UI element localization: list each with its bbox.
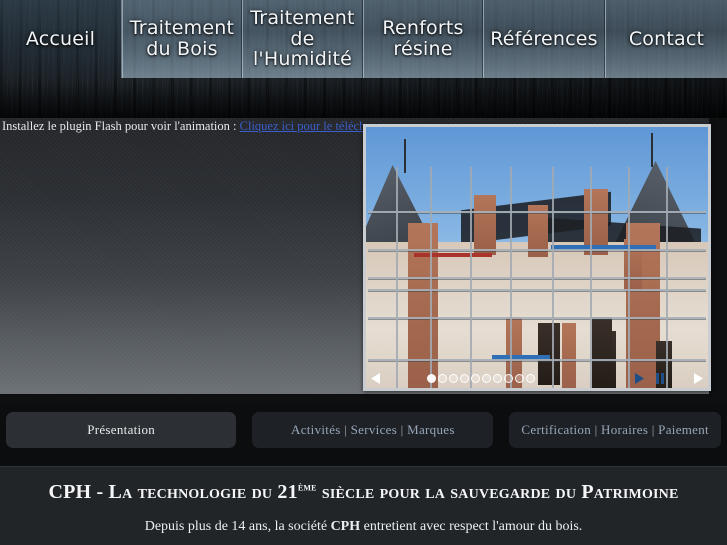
nav-label-traitement-bois-line1: Traitement bbox=[129, 17, 235, 40]
flash-message-text: Installez le plugin Flash pour voir l'an… bbox=[2, 119, 240, 133]
nav-item-contact[interactable]: Contact bbox=[605, 0, 727, 78]
photo-scaffold-v-7 bbox=[628, 167, 630, 388]
photo-scaffold-v-1 bbox=[396, 167, 398, 388]
tab-activites-label: Activités | Services | Marques bbox=[291, 422, 455, 437]
tab-presentation-label: Présentation bbox=[87, 422, 156, 437]
photo-scaffold-v-8 bbox=[666, 167, 668, 388]
nav-label-traitement-humidite-line2: de l'Humidité bbox=[252, 27, 353, 71]
next-arrow-icon[interactable] bbox=[691, 372, 705, 384]
photo-scaffold-h-3 bbox=[368, 277, 706, 279]
slideshow-dot[interactable] bbox=[504, 373, 513, 383]
pause-icon[interactable] bbox=[652, 372, 667, 384]
intro-section: CPH - La technologie du 21ème siècle pou… bbox=[0, 466, 727, 545]
photo-scaffold-h-1 bbox=[368, 211, 706, 213]
tab-certification-horaires-paiement[interactable]: Certification | Horaires | Paiement bbox=[509, 412, 721, 448]
nav-label-references: Références bbox=[490, 27, 598, 50]
photo-scaffold-v-5 bbox=[552, 167, 554, 388]
intro-before: Depuis plus de 14 ans, la société bbox=[144, 519, 331, 534]
slideshow-dot[interactable] bbox=[427, 373, 436, 383]
nav-label-renforts-resine-line1: Renforts bbox=[382, 17, 464, 40]
photo-scaffold-v-4 bbox=[510, 167, 512, 388]
photo-scaffold-h-6 bbox=[368, 359, 706, 361]
slideshow-dot[interactable] bbox=[526, 373, 535, 383]
slideshow-controls bbox=[366, 371, 708, 385]
content-band: Installez le plugin Flash pour voir l'an… bbox=[0, 118, 727, 405]
headline-part3: siècle pour la sauvegarde du Patrimoine bbox=[316, 481, 679, 503]
intro-paragraph: Depuis plus de 14 ans, la société CPH en… bbox=[0, 519, 727, 535]
photo-spire-right bbox=[651, 133, 653, 167]
flash-missing-message: Installez le plugin Flash pour voir l'an… bbox=[2, 119, 422, 133]
photo-scaffold-h-4 bbox=[368, 289, 706, 291]
slideshow-dot[interactable] bbox=[515, 373, 524, 383]
tab-certification-label: Certification | Horaires | Paiement bbox=[521, 422, 709, 437]
slideshow-dot[interactable] bbox=[460, 373, 469, 383]
nav-label-accueil: Accueil bbox=[25, 27, 96, 50]
slideshow-dot[interactable] bbox=[482, 373, 491, 383]
photo-slideshow[interactable] bbox=[363, 124, 711, 391]
intro-brand: CPH bbox=[330, 519, 361, 534]
slideshow-dot[interactable] bbox=[493, 373, 502, 383]
nav-item-references[interactable]: Références bbox=[483, 0, 605, 78]
photo-scaffold-v-6 bbox=[590, 167, 592, 388]
prev-arrow-icon[interactable] bbox=[369, 372, 383, 384]
slideshow-photo bbox=[366, 127, 708, 388]
nav-label-renforts-resine-line2: résine bbox=[393, 38, 453, 60]
headline-superscript: ème bbox=[297, 481, 317, 494]
photo-scaffold-v-2 bbox=[430, 167, 432, 388]
intro-after: entretient avec respect l'amour du bois. bbox=[360, 519, 583, 534]
headline-number: 21 bbox=[277, 481, 298, 503]
slideshow-dots bbox=[427, 373, 535, 383]
nav-item-traitement-bois[interactable]: Traitement du Bois bbox=[122, 0, 242, 78]
nav-item-accueil[interactable]: Accueil bbox=[0, 0, 122, 78]
page-root: Accueil Traitement du Bois Traitement de… bbox=[0, 0, 727, 545]
slideshow-dot[interactable] bbox=[449, 373, 458, 383]
photo-spire-left bbox=[404, 139, 406, 173]
photo-scaffold-v-3 bbox=[470, 167, 472, 388]
headline-part2: La technologie du bbox=[108, 481, 278, 503]
page-title: CPH - La technologie du 21ème siècle pou… bbox=[0, 481, 727, 504]
photo-scaffold-h-2 bbox=[368, 249, 706, 251]
headline-brand: CPH - bbox=[48, 481, 109, 503]
play-icon[interactable] bbox=[631, 372, 646, 384]
nav-label-contact: Contact bbox=[628, 27, 705, 50]
photo-brick-2 bbox=[474, 195, 496, 255]
section-tabs: Présentation Activités | Services | Marq… bbox=[0, 412, 727, 462]
nav-item-traitement-humidite[interactable]: Traitement de l'Humidité bbox=[242, 0, 363, 78]
photo-red-plank-1 bbox=[414, 253, 492, 257]
tab-activites-services-marques[interactable]: Activités | Services | Marques bbox=[252, 412, 494, 448]
photo-scaffold-h-5 bbox=[368, 317, 706, 319]
nav-item-renforts-resine[interactable]: Renforts résine bbox=[363, 0, 483, 78]
site-header: Accueil Traitement du Bois Traitement de… bbox=[0, 0, 727, 118]
photo-brick-1 bbox=[408, 223, 438, 388]
main-navigation: Accueil Traitement du Bois Traitement de… bbox=[0, 0, 727, 78]
slideshow-dot[interactable] bbox=[471, 373, 480, 383]
slideshow-dot[interactable] bbox=[438, 373, 447, 383]
nav-label-traitement-bois-line2: du Bois bbox=[146, 38, 218, 60]
tab-presentation[interactable]: Présentation bbox=[6, 412, 237, 448]
nav-label-traitement-humidite-line1: Traitement bbox=[250, 7, 355, 30]
